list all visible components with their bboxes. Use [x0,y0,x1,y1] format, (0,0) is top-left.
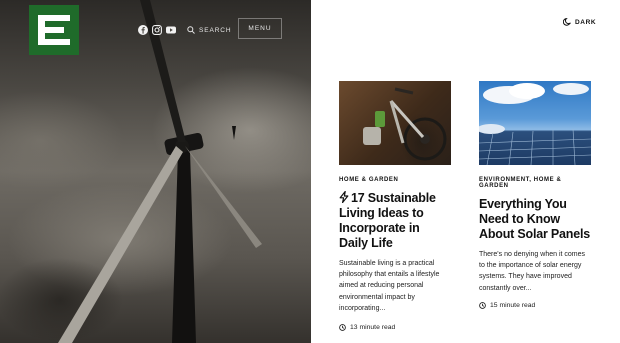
clock-icon [479,301,486,309]
search-label: SEARCH [199,26,232,34]
site-logo[interactable] [29,5,79,55]
instagram-icon[interactable] [151,24,163,36]
article-excerpt: There's no denying when it comes to the … [479,251,586,292]
clock-icon [339,324,346,331]
hero-image: SEARCH MENU [0,0,311,343]
article-card: ENVIRONMENT, HOME & GARDEN Everything Yo… [479,81,591,309]
article-title-text: 17 Sustainable Living Ideas to Incorpora… [339,191,436,250]
dark-toggle-label: DARK [575,18,597,26]
article-card: HOME & GARDEN 17 Sustainable Living Idea… [339,81,451,331]
article-thumbnail-bike[interactable] [339,81,451,165]
article-category[interactable]: ENVIRONMENT, HOME & GARDEN [479,177,591,189]
facebook-icon[interactable] [137,24,149,36]
youtube-icon[interactable] [165,24,177,36]
menu-button[interactable]: MENU [238,18,282,39]
logo-mark-icon [38,15,70,45]
read-time: 15 minute read [490,301,536,309]
read-time: 13 minute read [350,324,396,332]
search-icon [187,26,195,34]
article-title[interactable]: 17 Sustainable Living Ideas to Incorpora… [339,191,451,251]
search-button[interactable]: SEARCH [187,24,232,36]
moon-icon [563,18,571,26]
article-meta: 15 minute read [479,302,591,309]
article-excerpt: Sustainable living is a practical philos… [339,260,440,312]
bolt-icon [339,191,349,203]
article-meta: 13 minute read [339,324,451,331]
article-category[interactable]: HOME & GARDEN [339,177,451,183]
article-thumbnail-solar[interactable] [479,81,591,165]
dark-mode-toggle[interactable]: DARK [563,17,596,27]
menu-label: MENU [248,25,272,32]
article-title[interactable]: Everything You Need to Know About Solar … [479,197,591,242]
